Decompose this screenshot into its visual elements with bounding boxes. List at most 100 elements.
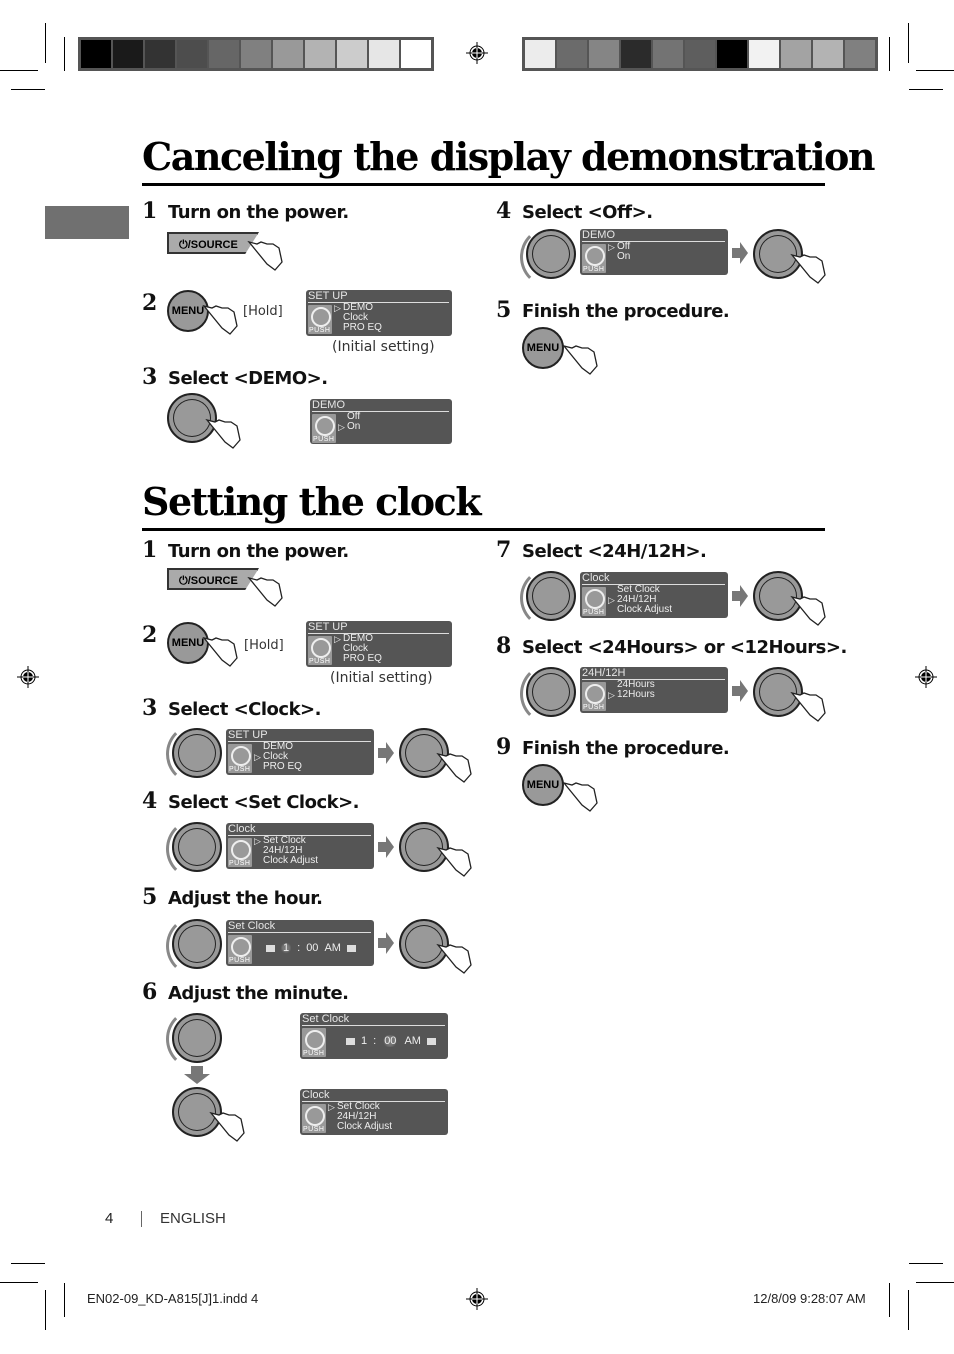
pressing-hand-icon xyxy=(209,1111,245,1142)
selection-pointer-icon xyxy=(254,856,263,866)
step-text: Select <Clock>. xyxy=(168,699,321,720)
step-number: 4 xyxy=(142,788,158,814)
section-rule xyxy=(142,183,825,186)
minute-value: 00 xyxy=(382,1035,399,1047)
lcd-menu-item: ▷ 12Hours xyxy=(608,690,655,701)
color-swatch xyxy=(401,40,431,68)
selection-pointer-icon xyxy=(254,762,263,772)
control-dial[interactable] xyxy=(172,1013,222,1063)
control-dial[interactable] xyxy=(526,229,576,279)
color-swatch xyxy=(145,40,175,68)
section-title-canceling-demo: Canceling the display demonstration xyxy=(142,134,876,179)
lcd-title: SET UP xyxy=(308,290,348,302)
step-number: 4 xyxy=(496,198,512,224)
color-swatch xyxy=(369,40,399,68)
pressing-hand-icon xyxy=(205,418,241,449)
step-number: 7 xyxy=(496,537,512,563)
step-number: 1 xyxy=(142,198,158,224)
crop-mark xyxy=(11,1263,45,1264)
color-swatch xyxy=(749,40,779,68)
color-swatch xyxy=(337,40,367,68)
step-8: 8 Select <24Hours> or <12Hours>. xyxy=(496,633,847,659)
hold-note: [Hold] xyxy=(244,638,284,653)
control-dial[interactable] xyxy=(526,571,576,621)
ampm-value: AM xyxy=(404,1035,421,1047)
step-4: 4 Select <Off>. xyxy=(496,198,653,224)
decrease-icon xyxy=(266,944,275,952)
lcd-title: Clock xyxy=(228,823,256,835)
language-tab-marker xyxy=(45,206,129,239)
step-number: 3 xyxy=(142,364,158,390)
pressing-hand-icon xyxy=(562,344,598,375)
control-dial[interactable] xyxy=(172,728,222,778)
step-text: Turn on the power. xyxy=(168,202,349,223)
lcd-menu-item-label: On xyxy=(617,251,631,262)
step-4: 4 Select <Set Clock>. xyxy=(142,788,360,814)
lcd-title: DEMO xyxy=(582,229,615,241)
crop-mark xyxy=(916,70,954,71)
down-arrow-icon xyxy=(184,1066,210,1084)
crop-mark xyxy=(0,70,38,71)
section-rule xyxy=(142,528,825,531)
lcd-title: SET UP xyxy=(228,729,268,741)
lcd-menu-item-label: PRO EQ xyxy=(343,322,382,333)
initial-setting-caption: (Initial setting) xyxy=(330,670,433,686)
next-arrow-icon xyxy=(732,585,748,607)
increase-icon xyxy=(346,944,356,952)
push-knob-icon: PUSH xyxy=(228,838,252,867)
step-9: 9 Finish the procedure. xyxy=(496,734,730,760)
selection-pointer-icon xyxy=(608,585,617,595)
selection-pointer-icon xyxy=(334,313,343,323)
color-swatch xyxy=(653,40,683,68)
clock-readout: 1 : 00 AM xyxy=(346,1035,436,1047)
selection-pointer-icon: ▷ xyxy=(338,422,345,432)
push-knob-icon: PUSH xyxy=(228,744,252,773)
menu-button[interactable]: MENU xyxy=(522,764,564,806)
color-swatch xyxy=(813,40,843,68)
selection-pointer-icon xyxy=(608,680,617,690)
page-number: 4 xyxy=(105,1210,114,1227)
pressing-hand-icon xyxy=(436,752,472,783)
lcd-menu-item-label: PRO EQ xyxy=(343,653,382,664)
registration-mark-icon xyxy=(466,1288,488,1310)
lcd-title: SET UP xyxy=(308,621,348,633)
minute-value: 00 xyxy=(306,942,319,954)
step-1: 1 Turn on the power. xyxy=(142,198,349,224)
step-2: 2 xyxy=(142,622,168,648)
next-arrow-icon xyxy=(378,742,394,764)
step-text: Adjust the minute. xyxy=(168,983,349,1004)
lcd-menu-item: Clock Adjust xyxy=(608,605,672,615)
pressing-hand-icon xyxy=(202,304,238,335)
crop-mark xyxy=(909,1263,943,1264)
control-dial[interactable] xyxy=(172,919,222,969)
color-swatch xyxy=(685,40,715,68)
lcd-menu-item: PRO EQ xyxy=(334,654,382,664)
color-swatch xyxy=(557,40,587,68)
step-2: 2 xyxy=(142,290,168,316)
next-arrow-icon xyxy=(378,932,394,954)
hour-value: 1 xyxy=(361,1035,368,1047)
color-calibration-bar-left xyxy=(78,37,434,71)
step-number: 5 xyxy=(496,297,512,323)
control-dial[interactable] xyxy=(526,667,576,717)
pressing-hand-icon xyxy=(436,943,472,974)
selection-pointer-icon xyxy=(338,412,347,422)
lcd-menu-item-label: On xyxy=(347,421,361,432)
language-label: ENGLISH xyxy=(160,1210,226,1227)
selection-pointer-icon xyxy=(328,1122,337,1132)
push-knob-icon: PUSH xyxy=(308,305,332,334)
next-arrow-icon xyxy=(378,836,394,858)
push-knob-icon: PUSH xyxy=(582,587,606,616)
lcd-display: DEMO PUSH ▷ Off On xyxy=(580,229,728,275)
crop-mark xyxy=(908,1290,909,1330)
hour-value: 1 xyxy=(281,942,292,954)
color-swatch xyxy=(589,40,619,68)
registration-mark-icon xyxy=(915,666,937,688)
control-dial[interactable] xyxy=(172,822,222,872)
lcd-menu-item: PRO EQ xyxy=(254,762,302,772)
selection-pointer-icon: ▷ xyxy=(254,836,261,846)
footer-divider xyxy=(141,1211,142,1227)
hold-note: [Hold] xyxy=(243,304,283,319)
menu-button[interactable]: MENU xyxy=(522,327,564,369)
step-number: 2 xyxy=(142,290,158,316)
